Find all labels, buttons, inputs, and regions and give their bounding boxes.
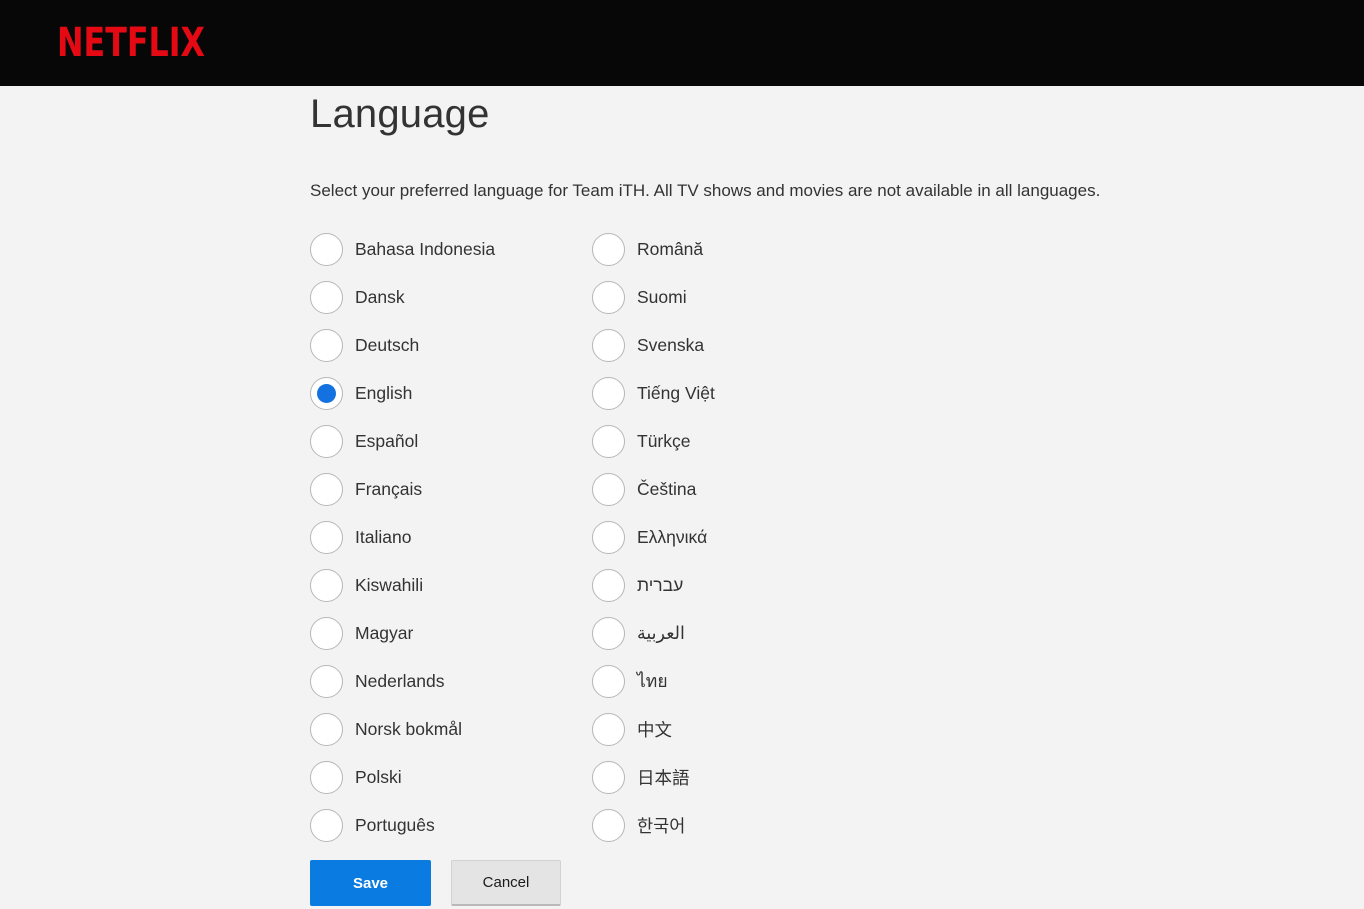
language-option[interactable]: Ελληνικά — [592, 513, 715, 561]
language-option[interactable]: Svenska — [592, 321, 715, 369]
radio-button[interactable] — [592, 520, 625, 554]
language-option[interactable]: ไทย — [592, 657, 715, 705]
language-option[interactable]: Kiswahili — [310, 561, 592, 609]
language-option[interactable]: 中文 — [592, 705, 715, 753]
radio-button[interactable] — [310, 472, 343, 506]
radio-button-selected[interactable] — [310, 376, 343, 410]
netflix-logo-text: NETFLIX — [57, 20, 205, 63]
language-options-list: Bahasa Indonesia Dansk Deutsch English Españ… — [310, 225, 1324, 849]
language-label[interactable]: 中文 — [637, 717, 672, 742]
radio-button[interactable] — [310, 760, 343, 794]
radio-button[interactable] — [310, 568, 343, 602]
language-option[interactable]: 한국어 — [592, 801, 715, 849]
language-label[interactable]: Bahasa Indonesia — [355, 239, 495, 260]
radio-button[interactable] — [592, 376, 625, 410]
language-column-right: Română Suomi Svenska Tiếng Việt Türkçe Češtin… — [592, 225, 715, 849]
language-label[interactable]: Français — [355, 479, 422, 500]
language-option[interactable]: Français — [310, 465, 592, 513]
radio-button[interactable] — [310, 280, 343, 314]
radio-button[interactable] — [592, 472, 625, 506]
language-label[interactable]: العربية — [637, 623, 685, 644]
language-option[interactable]: 日本語 — [592, 753, 715, 801]
radio-button[interactable] — [592, 760, 625, 794]
language-option[interactable]: Norsk bokmål — [310, 705, 592, 753]
language-label[interactable]: English — [355, 383, 412, 404]
language-option[interactable]: English — [310, 369, 592, 417]
language-settings-page: Language Select your preferred language … — [0, 86, 1364, 906]
language-label[interactable]: Türkçe — [637, 431, 690, 452]
radio-button[interactable] — [592, 712, 625, 746]
radio-button[interactable] — [310, 520, 343, 554]
radio-button[interactable] — [592, 424, 625, 458]
language-option[interactable]: Română — [592, 225, 715, 273]
radio-button[interactable] — [310, 616, 343, 650]
language-label[interactable]: Română — [637, 239, 703, 260]
radio-button[interactable] — [310, 808, 343, 842]
language-option[interactable]: Bahasa Indonesia — [310, 225, 592, 273]
language-label[interactable]: Kiswahili — [355, 575, 423, 596]
language-label[interactable]: 한국어 — [637, 813, 685, 838]
language-label[interactable]: Svenska — [637, 335, 704, 356]
radio-button[interactable] — [592, 232, 625, 266]
language-option[interactable]: עברית — [592, 561, 715, 609]
language-option[interactable]: Suomi — [592, 273, 715, 321]
language-option[interactable]: Türkçe — [592, 417, 715, 465]
language-option[interactable]: Magyar — [310, 609, 592, 657]
language-option[interactable]: Deutsch — [310, 321, 592, 369]
netflix-logo-icon: NETFLIX — [57, 20, 205, 66]
page-title: Language — [310, 92, 490, 136]
netflix-logo[interactable]: NETFLIX — [57, 19, 207, 66]
language-label[interactable]: 日本語 — [637, 765, 690, 790]
language-option[interactable]: Polski — [310, 753, 592, 801]
language-label[interactable]: Português — [355, 815, 435, 836]
radio-button[interactable] — [310, 328, 343, 362]
language-option[interactable]: Čeština — [592, 465, 715, 513]
language-option[interactable]: Español — [310, 417, 592, 465]
radio-button[interactable] — [310, 664, 343, 698]
language-label[interactable]: Norsk bokmål — [355, 719, 462, 740]
radio-button[interactable] — [592, 808, 625, 842]
radio-button[interactable] — [592, 664, 625, 698]
language-label[interactable]: Magyar — [355, 623, 413, 644]
language-option[interactable]: Dansk — [310, 273, 592, 321]
page-subtitle: Select your preferred language for Team … — [310, 181, 1101, 200]
radio-button[interactable] — [592, 616, 625, 650]
cancel-button[interactable]: Cancel — [451, 860, 561, 906]
language-label[interactable]: Dansk — [355, 287, 405, 308]
language-label[interactable]: Nederlands — [355, 671, 445, 692]
language-label[interactable]: Italiano — [355, 527, 411, 548]
language-label[interactable]: Čeština — [637, 479, 696, 500]
language-label[interactable]: עברית — [637, 575, 683, 596]
radio-button[interactable] — [592, 280, 625, 314]
radio-button[interactable] — [592, 328, 625, 362]
language-option[interactable]: العربية — [592, 609, 715, 657]
language-label[interactable]: Tiếng Việt — [637, 383, 715, 404]
language-label[interactable]: Polski — [355, 767, 402, 788]
language-option[interactable]: Italiano — [310, 513, 592, 561]
language-option[interactable]: Tiếng Việt — [592, 369, 715, 417]
radio-button[interactable] — [310, 424, 343, 458]
radio-button[interactable] — [310, 232, 343, 266]
language-label[interactable]: Español — [355, 431, 418, 452]
save-button[interactable]: Save — [310, 860, 431, 906]
top-nav: NETFLIX — [0, 0, 1364, 86]
language-column-left: Bahasa Indonesia Dansk Deutsch English Españ… — [310, 225, 592, 849]
radio-button[interactable] — [310, 712, 343, 746]
language-label[interactable]: Suomi — [637, 287, 687, 308]
language-label[interactable]: Deutsch — [355, 335, 419, 356]
language-option[interactable]: Nederlands — [310, 657, 592, 705]
radio-button[interactable] — [592, 568, 625, 602]
form-actions: Save Cancel — [310, 860, 1324, 906]
language-label[interactable]: Ελληνικά — [637, 527, 707, 548]
language-label[interactable]: ไทย — [637, 667, 668, 695]
language-option[interactable]: Português — [310, 801, 592, 849]
